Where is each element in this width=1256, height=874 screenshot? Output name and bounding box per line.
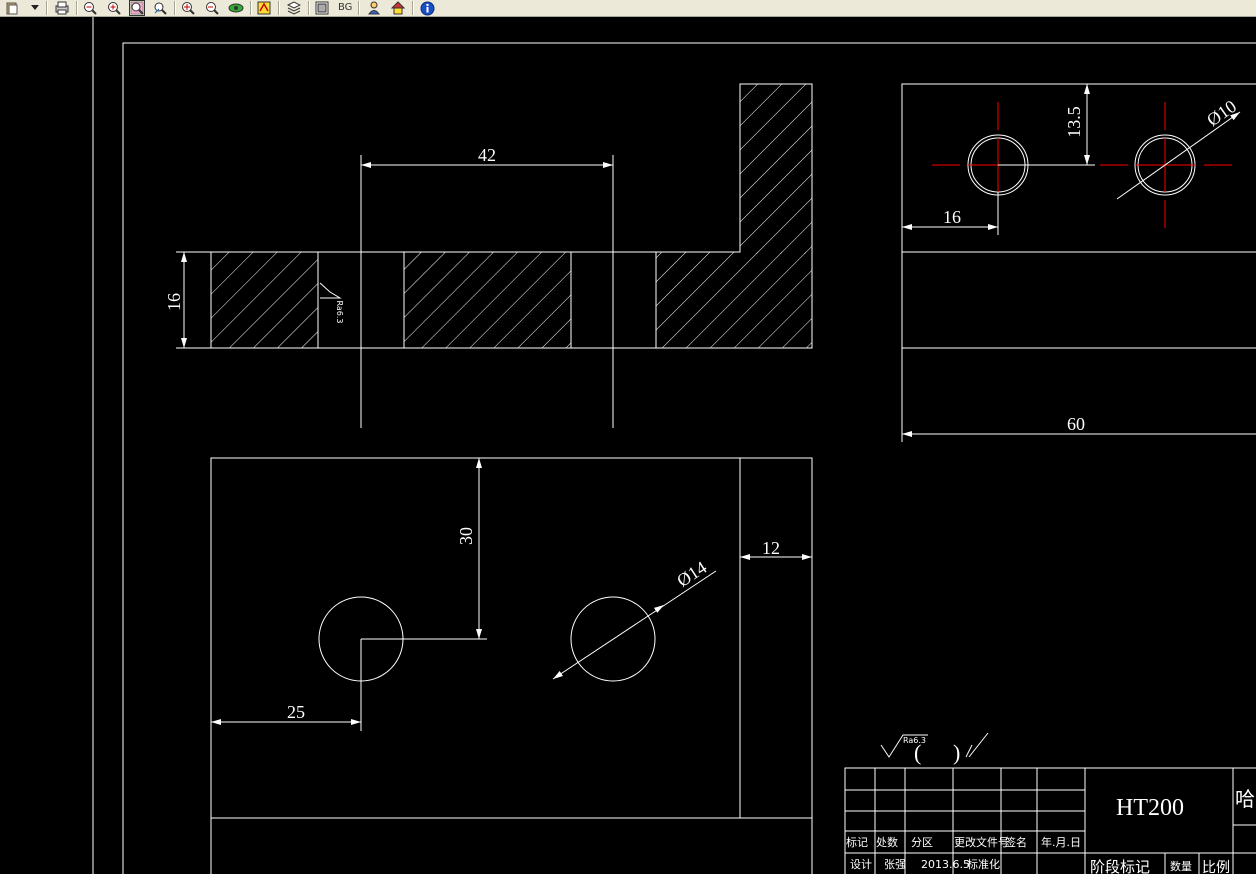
top-section-view[interactable] xyxy=(176,83,813,428)
toolbar-separator xyxy=(358,1,360,15)
background-icon[interactable]: BG xyxy=(338,1,352,15)
tb-designer: 张强 xyxy=(884,858,906,871)
tb-standardize: 标准化 xyxy=(967,857,1000,871)
info-icon[interactable] xyxy=(419,0,435,16)
tb-quantity: 数量 xyxy=(1170,860,1192,873)
material-label: HT200 xyxy=(1116,795,1184,821)
toolbar: BG xyxy=(0,0,1256,17)
title-block xyxy=(844,767,1256,874)
roughness-close-paren: ) xyxy=(953,740,960,765)
person-icon[interactable] xyxy=(366,0,382,16)
home-icon[interactable] xyxy=(390,0,406,16)
dim-vertical-offset: 13.5 xyxy=(1064,106,1084,138)
regen-icon[interactable] xyxy=(256,0,272,16)
tb-change-doc-label: 更改文件号 xyxy=(954,835,1009,849)
dim-height: 30 xyxy=(456,527,476,545)
paste-icon[interactable] xyxy=(4,0,20,16)
dim-left-offset: 25 xyxy=(287,702,305,722)
toolbar-separator xyxy=(250,1,252,15)
toolbar-separator xyxy=(46,1,48,15)
layer-icon[interactable] xyxy=(286,0,302,16)
zoom-window-icon[interactable] xyxy=(129,0,145,16)
tb-stage-mark: 阶段标记 xyxy=(1090,858,1150,874)
cad-viewer-window: BG 42 16 Ra6.3 13.5 Ø10 16 60 30 Ø14 12 … xyxy=(0,0,1256,874)
dim-big-hole-dia: Ø14 xyxy=(673,557,710,591)
toolbar-separator xyxy=(308,1,310,15)
dim-small-hole-dia: Ø10 xyxy=(1203,96,1240,130)
tb-date: 2013.6.5 xyxy=(921,858,970,871)
toolbar-separator xyxy=(412,1,414,15)
toolbar-separator xyxy=(174,1,176,15)
roughness-symbol xyxy=(880,732,989,758)
front-view[interactable] xyxy=(210,457,813,874)
zoom-out-icon[interactable] xyxy=(82,0,98,16)
surface-finish-tag: Ra6.3 xyxy=(335,300,344,323)
dim-thickness: 16 xyxy=(164,293,184,311)
tb-count-label: 处数 xyxy=(876,836,898,849)
view-3d-icon[interactable] xyxy=(228,0,244,16)
pan-icon[interactable] xyxy=(152,0,168,16)
roughness-open-paren: ( xyxy=(914,740,921,765)
drawing-canvas[interactable]: 42 16 Ra6.3 13.5 Ø10 16 60 30 Ø14 12 25 … xyxy=(0,17,1256,874)
toolbar-separator xyxy=(76,1,78,15)
dropdown-arrow-icon[interactable] xyxy=(30,0,40,16)
toolbar-separator xyxy=(278,1,280,15)
zoom-in-icon[interactable] xyxy=(106,0,122,16)
zoom-extent-icon[interactable] xyxy=(180,0,196,16)
tb-design-label: 设计 xyxy=(850,858,872,871)
print-icon[interactable] xyxy=(54,0,70,16)
tb-scale: 比例 xyxy=(1202,860,1230,874)
tb-zone-label: 分区 xyxy=(911,836,933,849)
dim-edge-offset: 16 xyxy=(943,207,961,227)
tb-date-label: 年.月.日 xyxy=(1041,835,1081,849)
zoom-previous-icon[interactable] xyxy=(204,0,220,16)
company-name-partial: 哈 xyxy=(1235,787,1255,811)
dim-hole-spacing: 42 xyxy=(478,145,496,165)
tb-mark-label: 标记 xyxy=(846,835,868,849)
tb-signature-label: 签名 xyxy=(1005,835,1027,849)
dim-width-right: 12 xyxy=(762,538,780,558)
dim-overall-width: 60 xyxy=(1067,414,1085,434)
layout-icon[interactable] xyxy=(314,0,330,16)
